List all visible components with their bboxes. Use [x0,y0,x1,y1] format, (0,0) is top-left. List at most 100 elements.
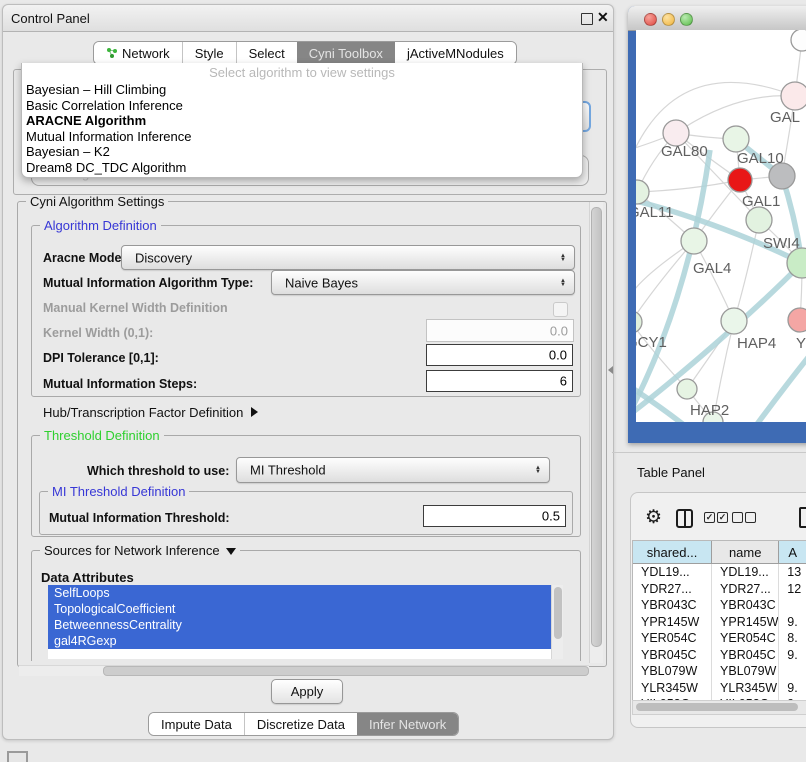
network-graph[interactable]: GALGAL80GAL10GAL1GAL11SWI4GAL4GCY1HAP4YH… [636,30,806,422]
data-attributes-list[interactable]: SelfLoopsTopologicalCoefficientBetweenne… [48,585,563,659]
algorithm-list: Bayesian – Hill ClimbingBasic Correlatio… [26,82,578,175]
node-gal1-red[interactable] [728,168,752,192]
hub-definition-disclosure[interactable]: Hub/Transcription Factor Definition [43,405,258,420]
node-hap2[interactable] [677,379,697,399]
tab-cyni-toolbox[interactable]: Cyni Toolbox [297,42,395,64]
network-canvas[interactable]: GALGAL80GAL10GAL1GAL11SWI4GAL4GCY1HAP4YH… [636,30,806,422]
aracne-mode-combo[interactable]: Discovery ▲▼ [121,245,575,270]
node-below-gal1[interactable] [746,207,772,233]
stepper-arrows-icon: ▲▼ [535,466,541,474]
algorithm-option[interactable]: Basic Correlation Inference [26,98,578,114]
attribute-item[interactable]: SelfLoops [48,585,552,601]
table-row[interactable]: YBR043CYBR043C [633,597,806,614]
table-row[interactable]: YLR345WYLR345W9. [633,680,806,697]
tab-select[interactable]: Select [236,42,297,64]
collapsed-triangle-icon[interactable] [251,407,258,417]
dpi-tolerance-field[interactable]: 0.0 [426,344,573,366]
node-label-y: Y [796,335,806,352]
deselect-all-checkbox-icon[interactable] [732,512,743,523]
sources-title[interactable]: Sources for Network Inference [40,543,240,558]
attribute-item[interactable]: gal4RGexp [48,633,552,649]
table-cell: YBR043C [712,597,779,614]
attributes-scrollbar[interactable] [551,585,563,659]
table-cell: YPR145W [712,614,779,631]
table-column-header[interactable]: A [779,541,806,563]
mi-steps-field[interactable]: 6 [426,370,573,392]
table-horizontal-scroll-thumb[interactable] [636,703,798,711]
table-column-header[interactable]: shared... [633,541,712,563]
algorithm-option[interactable]: Dream8 DC_TDC Algorithm [26,160,578,176]
tab-infer-network[interactable]: Infer Network [357,713,458,735]
document-icon[interactable] [799,507,806,528]
split-columns-icon[interactable] [676,509,693,528]
zoom-traffic-light-icon[interactable] [680,13,693,26]
network-edge-thick[interactable] [731,350,806,422]
table-body: YDL19...YDL19...13YDR27...YDR27...12YBR0… [633,564,806,702]
node-gal10[interactable] [723,126,749,152]
node-gal4[interactable] [681,228,707,254]
node-label-gal11: GAL11 [636,204,674,221]
tab-impute-data[interactable]: Impute Data [149,713,244,735]
table-cell: YBL079W [633,663,712,680]
table-cell: YBR043C [633,597,712,614]
gear-icon[interactable]: ⚙ [645,506,662,529]
stepper-arrows-icon: ▲▼ [560,279,566,287]
close-traffic-light-icon[interactable] [644,13,657,26]
algorithm-option[interactable]: ARACNE Algorithm [26,113,578,129]
tab-network[interactable]: Network [94,42,182,64]
attributes-scroll-thumb[interactable] [554,587,562,639]
aracne-mode-label: Aracne Mode: [43,251,126,265]
expanded-triangle-icon[interactable] [226,548,236,555]
which-threshold-combo[interactable]: MI Threshold ▲▼ [236,457,550,483]
network-window-titlebar[interactable] [628,6,806,31]
which-threshold-label: Which threshold to use: [87,464,229,478]
settings-vertical-scroll-thumb[interactable] [591,207,602,647]
select-all-checkbox-icon[interactable]: ✓ [704,512,715,523]
settings-horizontal-scroll-thumb[interactable] [103,666,589,676]
network-edge[interactable] [637,180,740,192]
table-row[interactable]: YBL079WYBL079W [633,663,806,680]
node-gcy1[interactable] [636,311,642,333]
attribute-item[interactable]: BetweennessCentrality [48,617,552,633]
manual-kernel-checkbox[interactable] [553,302,568,317]
table-column-header[interactable]: name [712,541,779,563]
mi-threshold-field[interactable]: 0.5 [423,505,566,527]
table-row[interactable]: YDL19...YDL19...13 [633,564,806,581]
table-row[interactable]: YBR045CYBR045C9. [633,647,806,664]
tab-style[interactable]: Style [182,42,236,64]
data-attributes-label: Data Attributes [41,570,134,585]
tab-jactivemnodules[interactable]: jActiveMNodules [395,42,516,64]
table-row[interactable]: YER054CYER054C8. [633,630,806,647]
network-edge[interactable] [636,241,694,322]
panel-splitter-arrow[interactable] [608,366,613,374]
network-tab-icon [106,47,118,59]
table-row[interactable]: YPR145WYPR145W9. [633,614,806,631]
bottom-left-partial-button[interactable] [7,751,28,762]
select-all-checkbox-icon[interactable]: ✓ [717,512,728,523]
algorithm-definition-title: Algorithm Definition [40,218,161,233]
node-salmon[interactable] [788,308,806,332]
table-header-row: shared...nameA [633,541,806,564]
kernel-width-field[interactable]: 0.0 [426,319,574,342]
table-panel-title: Table Panel [637,465,705,480]
node-hap4[interactable] [721,308,747,334]
control-panel-titlebar[interactable]: Control Panel ✕ [3,5,613,32]
mi-type-combo[interactable]: Naive Bayes ▲▼ [271,270,575,295]
node-partial-top[interactable] [791,30,806,51]
table-row[interactable]: YDR27...YDR27...12 [633,581,806,598]
apply-button[interactable]: Apply [271,679,343,704]
attribute-item[interactable]: TopologicalCoefficient [48,601,552,617]
node-table[interactable]: shared...nameA YDL19...YDL19...13YDR27..… [632,540,806,702]
algorithm-option[interactable]: Mutual Information Inference [26,129,578,145]
close-icon[interactable]: ✕ [597,9,609,26]
minimize-traffic-light-icon[interactable] [662,13,675,26]
node-pink-top[interactable] [781,82,806,110]
deselect-all-checkbox-icon[interactable] [745,512,756,523]
table-cell: YDR27... [712,581,779,598]
algorithm-option[interactable]: Bayesian – K2 [26,144,578,160]
mi-type-label: Mutual Information Algorithm Type: [43,276,253,290]
algorithm-option[interactable]: Bayesian – Hill Climbing [26,82,578,98]
table-cell: 9. [779,680,806,697]
float-window-icon[interactable] [581,13,593,25]
tab-discretize-data[interactable]: Discretize Data [244,713,357,735]
